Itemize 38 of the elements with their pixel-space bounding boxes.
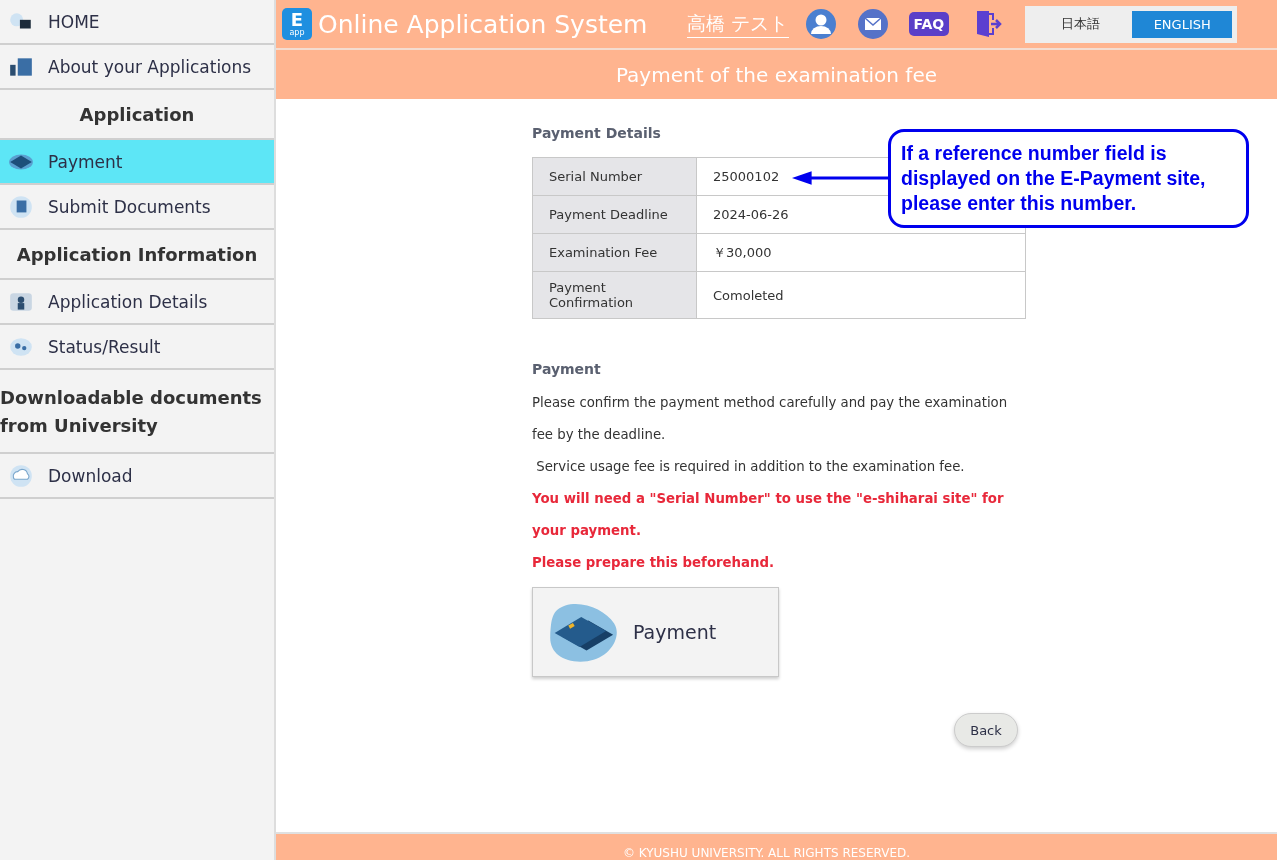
callout-note: If a reference number field is displayed on the E-Payment site, please enter this number. <box>888 129 1249 228</box>
cloud-icon <box>8 464 34 487</box>
sidebar-item[interactable]: Submit Documents <box>0 185 274 230</box>
credit-card-icon <box>547 601 619 663</box>
building-icon <box>8 55 34 78</box>
mail-icon[interactable] <box>856 8 889 40</box>
sidebar-item[interactable]: Application Details <box>0 280 274 325</box>
footer-text: © KYUSHU UNIVERSITY. ALL RIGHTS RESERVED. <box>276 832 1277 860</box>
profile-icon[interactable] <box>804 8 837 40</box>
warning-text: Please prepare this beforehand. <box>532 554 776 572</box>
payment-button[interactable]: Payment <box>532 587 779 677</box>
paragraph: Service usage fee is required in addition to the examination fee. <box>535 458 966 476</box>
page-title: Payment of the examination fee <box>276 50 1277 99</box>
person-icon <box>8 290 34 313</box>
app-logo: E app <box>282 8 312 40</box>
sidebar-item[interactable]: Payment <box>0 140 274 185</box>
sidebar-heading: Downloadable documents from University <box>0 370 274 454</box>
document-icon <box>8 195 34 218</box>
serial-number: 25000102 <box>713 169 780 184</box>
sidebar-heading: Application Information <box>0 230 274 280</box>
table-cell: Comoleted <box>696 271 1026 319</box>
table-header-cell: Payment Confirmation <box>532 271 697 319</box>
warning-text: You will need a "Serial Number" to use the "e-shiharai site" for your payment. <box>532 490 1005 540</box>
sidebar-item[interactable]: HOME <box>0 0 274 45</box>
section-heading: Payment <box>532 361 602 377</box>
table-cell: ￥30,000 <box>696 233 1026 272</box>
table-header-cell: Examination Fee <box>532 233 697 272</box>
sidebar-item[interactable]: Download <box>0 454 274 499</box>
faq-button[interactable]: FAQ <box>908 12 950 36</box>
sidebar-item[interactable]: About your Applications <box>0 45 274 90</box>
section-heading: Payment Details <box>532 125 662 141</box>
back-button[interactable]: Back <box>954 713 1018 747</box>
paragraph: Please confirm the payment method carefully and pay the examination fee by the deadline. <box>532 394 1009 444</box>
language-button[interactable]: ENGLISH <box>1132 10 1233 38</box>
app-title: Online Application System <box>318 9 648 39</box>
table-header-cell: Serial Number <box>532 157 697 196</box>
sidebar-item[interactable]: Status/Result <box>0 325 274 370</box>
table-header-cell: Payment Deadline <box>532 195 697 234</box>
